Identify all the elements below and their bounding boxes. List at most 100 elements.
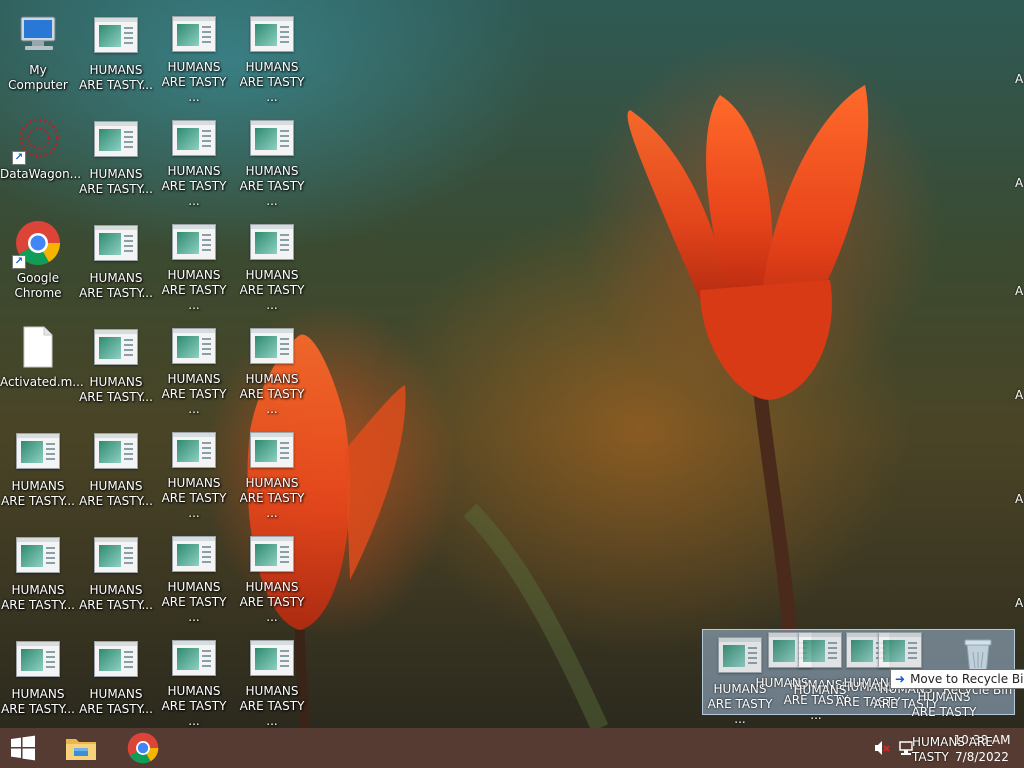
windows-logo-icon — [11, 735, 35, 761]
clipped-icon-label: A — [1015, 596, 1024, 610]
app-window-icon — [170, 11, 218, 56]
icon-label: HUMANS ARE TASTY ... — [161, 476, 227, 520]
clipped-icon-label: A — [1015, 388, 1024, 402]
volume-muted-icon[interactable] — [874, 740, 890, 756]
app-window-icon — [170, 427, 218, 472]
desktop[interactable]: My Computer ↗ DataWagon... ↗ Google Chro… — [0, 0, 1024, 728]
desktop-icon-humans-are-tasty[interactable]: HUMANS ARE TASTY ... — [156, 5, 232, 105]
app-window-icon — [92, 219, 140, 267]
desktop-icon-activated-file[interactable]: Activated.m... — [0, 317, 84, 417]
desktop-icon-humans-are-tasty[interactable]: HUMANS ARE TASTY ... — [234, 317, 310, 417]
app-window-icon — [92, 11, 140, 59]
desktop-icon-humans-are-tasty[interactable]: HUMANS ARE TASTY... — [78, 317, 154, 417]
app-window-icon — [92, 323, 140, 371]
icon-label: HUMANS ARE TASTY... — [79, 63, 153, 92]
desktop-icon-humans-are-tasty[interactable]: HUMANS ARE TASTY ... — [156, 109, 232, 209]
icon-label: HUMANS ARE TASTY... — [1, 687, 75, 716]
desktop-icon-my-computer[interactable]: My Computer — [0, 5, 76, 105]
drag-ghost-app-icon — [718, 637, 762, 673]
app-window-icon — [170, 115, 218, 160]
icon-label: HUMANS ARE TASTY ... — [239, 164, 305, 208]
icon-label: HUMANS ARE TASTY... — [1, 479, 75, 508]
app-window-icon — [248, 323, 296, 368]
clipped-icon-label: A — [1015, 284, 1024, 298]
taskbar-chrome[interactable] — [120, 728, 166, 768]
app-window-icon — [170, 531, 218, 576]
icon-label: Activated.m... — [0, 375, 84, 389]
arrow-right-icon: ➜ — [895, 672, 906, 686]
desktop-icon-humans-are-tasty[interactable]: HUMANS ARE TASTY ... — [156, 525, 232, 625]
desktop-icon-humans-are-tasty[interactable]: HUMANS ARE TASTY ... — [234, 525, 310, 625]
icon-label: HUMANS ARE TASTY ... — [161, 164, 227, 208]
desktop-icon-humans-are-tasty[interactable]: HUMANS ARE TASTY... — [0, 525, 76, 625]
clipped-icon-label: A — [1015, 176, 1024, 190]
taskbar-file-explorer[interactable] — [58, 728, 104, 768]
desktop-icon-humans-are-tasty[interactable]: HUMANS ARE TASTY... — [0, 629, 76, 728]
app-window-icon — [92, 635, 140, 683]
desktop-icon-humans-are-tasty[interactable]: HUMANS ARE TASTY ... — [234, 629, 310, 728]
app-window-icon — [92, 427, 140, 475]
app-window-icon — [14, 531, 62, 579]
chrome-icon — [127, 732, 159, 764]
icon-label: HUMANS ARE TASTY... — [79, 167, 153, 196]
computer-icon — [14, 11, 62, 59]
desktop-icon-humans-are-tasty[interactable]: HUMANS ARE TASTY ... — [156, 421, 232, 521]
app-window-icon — [92, 115, 140, 163]
app-window-icon — [248, 11, 296, 56]
icon-label: HUMANS ARE TASTY... — [79, 375, 153, 404]
desktop-icon-humans-are-tasty[interactable]: HUMANS ARE TASTY ... — [156, 213, 232, 313]
desktop-icon-google-chrome[interactable]: ↗ Google Chrome — [0, 213, 76, 313]
drag-tooltip: ➜ Move to Recycle Bin — [890, 669, 1024, 689]
chrome-icon: ↗ — [12, 219, 62, 269]
desktop-icon-humans-are-tasty[interactable]: HUMANS ARE TASTY... — [78, 109, 154, 209]
icon-label: HUMANS ARE TASTY ... — [161, 268, 227, 312]
file-icon — [14, 323, 62, 371]
desktop-icon-humans-are-tasty[interactable]: HUMANS ARE TASTY... — [78, 5, 154, 105]
desktop-icon-humans-are-tasty[interactable]: HUMANS ARE TASTY... — [78, 421, 154, 521]
desktop-icon-humans-are-tasty[interactable]: HUMANS ARE TASTY ... — [234, 421, 310, 521]
desktop-icon-humans-are-tasty[interactable]: HUMANS ARE TASTY ... — [156, 629, 232, 728]
app-window-icon — [248, 635, 296, 680]
shortcut-arrow-icon: ↗ — [12, 255, 26, 269]
desktop-icon-humans-are-tasty[interactable]: HUMANS ARE TASTY... — [78, 629, 154, 728]
drag-ghost-overflow-label: HUMANS ARE TASTY — [912, 735, 993, 764]
desktop-icon-humans-are-tasty[interactable]: HUMANS ARE TASTY ... — [234, 5, 310, 105]
icon-label: HUMANS ARE TASTY... — [79, 479, 153, 508]
clipped-icon-label: A — [1015, 492, 1024, 506]
app-window-icon — [92, 531, 140, 579]
app-window-icon — [170, 219, 218, 264]
app-window-icon — [248, 115, 296, 160]
shortcut-arrow-icon: ↗ — [12, 151, 26, 165]
app-window-icon — [248, 219, 296, 264]
desktop-icon-humans-are-tasty[interactable]: HUMANS ARE TASTY ... — [156, 317, 232, 417]
desktop-icon-datawagon[interactable]: ↗ DataWagon... — [0, 109, 82, 209]
icon-label: HUMANS ARE TASTY... — [79, 687, 153, 716]
icon-label: HUMANS ARE TASTY ... — [161, 580, 227, 624]
icon-label: HUMANS ARE TASTY ... — [239, 268, 305, 312]
desktop-icon-humans-are-tasty[interactable]: HUMANS ARE TASTY... — [78, 525, 154, 625]
icon-label: HUMANS ARE TASTY... — [79, 271, 153, 300]
icon-label: HUMANS ARE TASTY ... — [161, 684, 227, 728]
app-window-icon — [248, 531, 296, 576]
desktop-icon-humans-are-tasty[interactable]: HUMANS ARE TASTY... — [78, 213, 154, 313]
clipped-icon-label: A — [1015, 72, 1024, 86]
icon-label: HUMANS ARE TASTY ... — [239, 684, 305, 728]
desktop-icon-humans-are-tasty[interactable]: HUMANS ARE TASTY ... — [234, 213, 310, 313]
icon-label: DataWagon... — [0, 167, 82, 181]
file-explorer-icon — [66, 739, 96, 760]
app-window-icon — [170, 323, 218, 368]
drag-ghost-app-icon — [878, 632, 922, 668]
desktop-icon-humans-are-tasty[interactable]: HUMANS ARE TASTY... — [0, 421, 76, 521]
icon-label: HUMANS ARE TASTY... — [79, 583, 153, 612]
taskbar: 10:38 AM 7/8/2022 HUMANS ARE TASTY — [0, 728, 1024, 768]
icon-label: HUMANS ARE TASTY ... — [239, 372, 305, 416]
icon-label: HUMANS ARE TASTY ... — [239, 580, 305, 624]
icon-label: HUMANS ARE TASTY ... — [239, 476, 305, 520]
icon-label: HUMANS ARE TASTY ... — [161, 60, 227, 104]
icon-label: HUMANS ARE TASTY ... — [239, 60, 305, 104]
app-window-icon — [14, 427, 62, 475]
start-button[interactable] — [0, 728, 46, 768]
desktop-icon-humans-are-tasty[interactable]: HUMANS ARE TASTY ... — [234, 109, 310, 209]
app-window-icon — [170, 635, 218, 680]
app-window-icon — [248, 427, 296, 472]
